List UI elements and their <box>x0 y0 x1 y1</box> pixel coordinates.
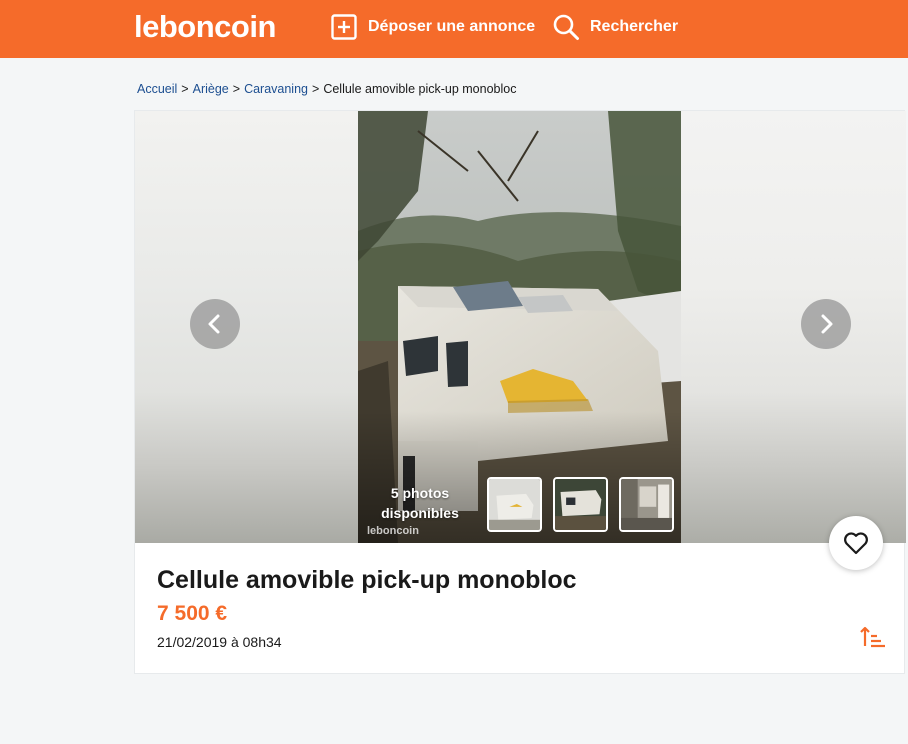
thumbnail-image <box>621 479 672 530</box>
breadcrumb-separator: > <box>312 82 320 96</box>
plus-square-icon <box>331 14 357 40</box>
deposit-ad-label: Déposer une annonce <box>368 18 536 35</box>
breadcrumb-separator: > <box>181 82 189 96</box>
photo-thumbnail[interactable] <box>553 477 608 532</box>
thumbnail-image <box>555 479 606 530</box>
search-button[interactable]: Rechercher <box>552 12 678 42</box>
chevron-left-icon <box>208 314 220 334</box>
heart-icon <box>844 532 868 555</box>
listing-title: Cellule amovible pick-up monobloc <box>157 566 577 594</box>
watermark: leboncoin <box>367 525 419 537</box>
next-photo-preview <box>681 111 906 543</box>
breadcrumb-separator: > <box>232 82 241 96</box>
photo-gallery: 5 photos disponibles leboncoin <box>135 111 906 543</box>
logo[interactable]: leboncoin <box>134 10 276 44</box>
breadcrumb-link-home[interactable]: Accueil <box>137 82 177 96</box>
listing-price: 7 500 € <box>157 602 228 625</box>
sort-icon <box>860 626 885 648</box>
breadcrumb-link-category[interactable]: Caravaning <box>244 82 308 96</box>
listing-date: 21/02/2019 à 08h34 <box>157 634 282 650</box>
previous-photo-button[interactable] <box>190 299 240 349</box>
search-label: Rechercher <box>590 18 679 35</box>
top-bar: leboncoin Déposer une annonce Rechercher <box>0 0 908 58</box>
deposit-ad-button[interactable]: Déposer une annonce <box>330 12 535 42</box>
thumbnail-image <box>489 479 540 530</box>
listing-card: 5 photos disponibles leboncoin Cellule a… <box>134 110 906 674</box>
chevron-right-icon <box>821 314 833 334</box>
photo-thumbnail[interactable] <box>619 477 674 532</box>
breadcrumb-link-region[interactable]: Ariège <box>193 82 229 96</box>
photo-thumbnail[interactable] <box>487 477 542 532</box>
next-photo-button[interactable] <box>801 299 851 349</box>
breadcrumb-current: Cellule amovible pick-up monobloc <box>323 82 517 96</box>
search-icon <box>553 14 579 40</box>
photo-count-label[interactable]: 5 photos disponibles <box>365 483 475 523</box>
sort-button[interactable] <box>860 625 886 649</box>
breadcrumb: Accueil > Ariège > Caravaning > Cellule amovib… <box>137 82 516 96</box>
previous-photo-preview <box>135 111 358 543</box>
favorite-button[interactable] <box>829 516 883 570</box>
